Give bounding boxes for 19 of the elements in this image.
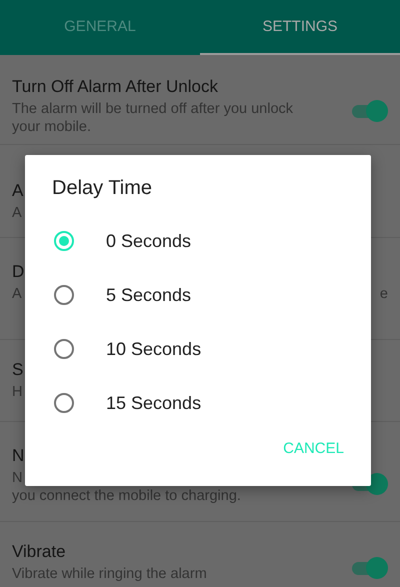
radio-button[interactable]	[54, 393, 74, 413]
toggle-switch[interactable]	[352, 98, 388, 122]
tab[interactable]: SETTINGS	[200, 0, 400, 55]
setting-description: Vibrate while ringing the alarm	[12, 565, 207, 583]
option-label[interactable]: 0 Seconds	[106, 230, 192, 252]
setting-title: Turn Off Alarm After Unlock	[12, 77, 218, 97]
option-label[interactable]: 5 Seconds	[106, 284, 192, 306]
dialog-title: Delay Time	[52, 177, 154, 200]
toggle-switch[interactable]	[352, 556, 388, 580]
radio-button[interactable]	[54, 285, 74, 305]
radio-button[interactable]	[54, 339, 74, 359]
setting-title: A	[12, 181, 24, 201]
setting-title: Vibrate	[12, 542, 66, 562]
option-label[interactable]: 10 Seconds	[106, 338, 202, 360]
setting-title: N	[12, 446, 24, 466]
setting-title: S	[12, 360, 24, 380]
option-label[interactable]: 15 Seconds	[106, 392, 202, 414]
setting-description: The alarm will be turned off after you unlock your mobile.	[12, 100, 294, 136]
setting-title: D	[12, 262, 24, 282]
